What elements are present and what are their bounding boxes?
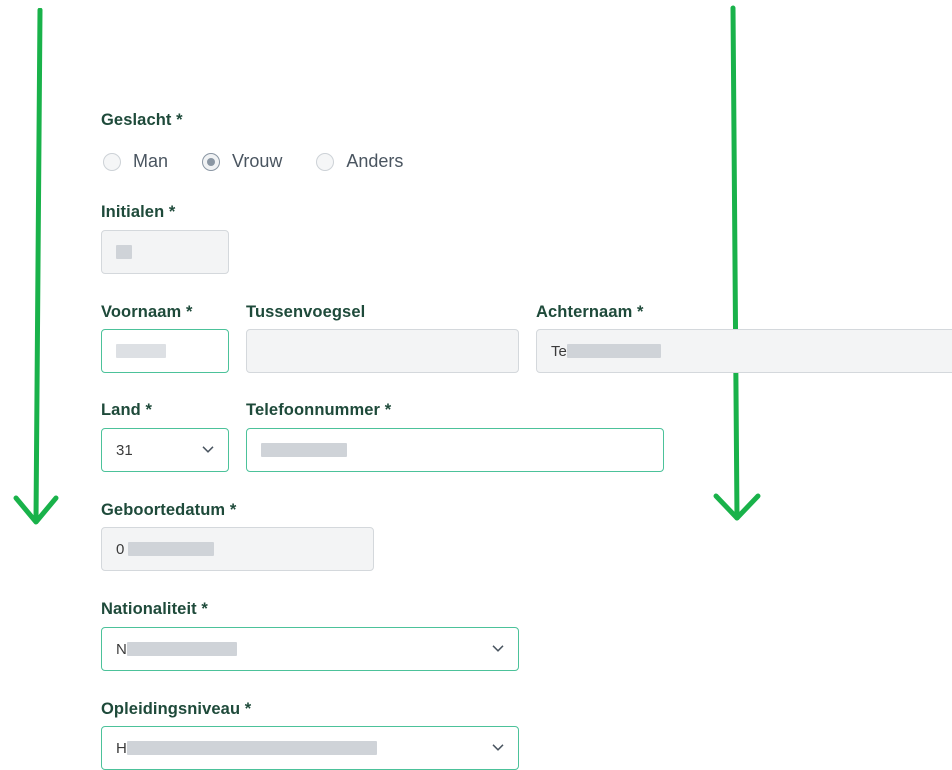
gender-radio-vrouw[interactable] [202,152,221,171]
gender-radio-man-label[interactable]: Man [133,151,168,172]
annotation-arrow-left [13,8,59,525]
initials-redacted [116,245,132,259]
first-name-redacted [116,344,166,358]
chevron-down-icon [492,744,504,751]
country-select[interactable]: 31 [101,428,229,472]
gender-radio-group: Man Vrouw Anders [103,151,437,172]
gender-radio-man[interactable] [103,152,121,171]
infix-field[interactable] [246,329,519,373]
initials-field[interactable] [101,230,229,274]
country-value: 31 [116,441,133,459]
birthdate-value: 0 [116,540,125,558]
first-name-field[interactable] [101,329,229,373]
last-name-field[interactable]: Te [536,329,952,373]
last-name-label: Achternaam * [536,303,644,321]
education-select[interactable]: H [101,726,519,770]
chevron-down-icon [492,645,504,652]
chevron-down-icon [202,446,214,453]
last-name-redacted [566,344,661,358]
gender-label: Geslacht * [101,111,183,129]
birthdate-label: Geboortedatum * [101,501,237,519]
phone-field[interactable] [246,428,664,472]
first-name-label: Voornaam * [101,303,193,321]
initials-label: Initialen * [101,203,176,221]
education-redacted [126,741,377,755]
phone-redacted [261,443,347,457]
education-label: Opleidingsniveau * [101,700,252,718]
last-name-value: Te [551,342,567,360]
nationality-redacted [126,642,237,656]
gender-radio-vrouw-label[interactable]: Vrouw [232,151,282,172]
infix-label: Tussenvoegsel [246,303,366,321]
phone-label: Telefoonnummer * [246,401,392,419]
gender-radio-anders[interactable] [316,152,335,171]
country-label: Land * [101,401,153,419]
annotation-arrow-right [713,5,761,521]
birthdate-field[interactable]: 0 [101,527,374,571]
nationality-label: Nationaliteit * [101,600,208,618]
nationality-select[interactable]: N [101,627,519,671]
birthdate-redacted [128,542,215,556]
nationality-value: N [116,640,127,658]
gender-radio-anders-label[interactable]: Anders [346,151,403,172]
